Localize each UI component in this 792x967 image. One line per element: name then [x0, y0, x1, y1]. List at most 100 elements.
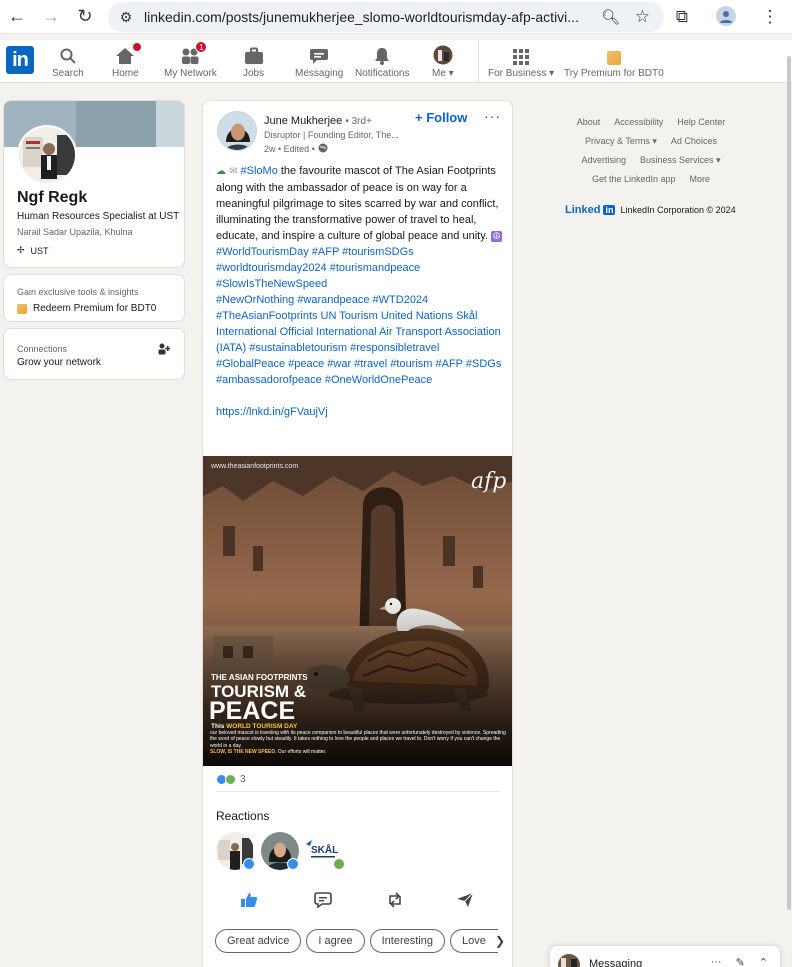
- footer-link[interactable]: More: [690, 173, 711, 185]
- like-reaction-icon: [287, 858, 299, 870]
- footer-logo-word: Linked: [565, 204, 601, 216]
- nav-label: Home: [112, 68, 139, 79]
- repost-button[interactable]: [383, 889, 407, 911]
- author-name-text[interactable]: June Mukherjee: [264, 115, 342, 127]
- compose-icon[interactable]: ✎: [736, 956, 745, 967]
- hashtags-line[interactable]: #NewOrNothing #warandpeace #WTD2024: [216, 292, 502, 308]
- suggestion-chip[interactable]: Interesting: [369, 929, 445, 953]
- send-button[interactable]: [453, 889, 477, 911]
- nav-label: For Business ▾: [488, 68, 555, 79]
- dove-emoji-icon: ✉: [229, 166, 238, 177]
- redeem-premium-label: Redeem Premium for BDT0: [33, 303, 157, 314]
- comment-icon: [314, 892, 332, 908]
- profile-avatar[interactable]: [17, 125, 77, 185]
- comment-button[interactable]: [311, 889, 335, 911]
- hashtags-line[interactable]: #SlowIsTheNewSpeed: [216, 276, 502, 292]
- like-button[interactable]: [237, 889, 261, 911]
- back-icon[interactable]: ←: [0, 0, 34, 34]
- profile-card[interactable]: Ngf Regk Human Resources Specialist at U…: [3, 100, 185, 268]
- suggestion-chip[interactable]: Love: [450, 929, 498, 953]
- bookmark-star-icon[interactable]: ☆: [635, 7, 650, 27]
- post-image[interactable]: www.theasianfootprints.com afp THE ASIAN…: [203, 456, 512, 766]
- messaging-label[interactable]: Messaging: [589, 958, 642, 967]
- grid-icon: [513, 45, 530, 65]
- zoom-icon[interactable]: 🔍︎: [601, 8, 620, 26]
- hashtag-slomo[interactable]: #SloMo: [241, 165, 278, 177]
- linkedin-logo[interactable]: in: [6, 46, 34, 74]
- image-headline-2: PEACE: [209, 697, 295, 725]
- browser-menu-icon[interactable]: ⋮: [748, 7, 792, 27]
- hashtags-line[interactable]: #worldtourismday2024 #tourismandpeace: [216, 260, 502, 276]
- connections-card[interactable]: Connections Grow your network: [3, 328, 185, 380]
- nav-label: Messaging: [295, 68, 344, 79]
- profile-org[interactable]: ✢ UST: [17, 245, 49, 256]
- profile-location: Narail Sadar Upazila, Khulna: [17, 227, 133, 237]
- nav-divider: [478, 40, 479, 83]
- profile-name[interactable]: Ngf Regk: [17, 189, 87, 207]
- hashtags-line[interactable]: #TheAsianFootprints UN Tourism United Na…: [216, 308, 502, 388]
- scrollbar[interactable]: [787, 56, 791, 910]
- linkedin-navbar: in Search Home 1 My Network Jobs Messagi…: [0, 40, 792, 83]
- author-name[interactable]: June Mukherjee • 3rd+: [264, 115, 372, 127]
- chevron-right-icon[interactable]: ❯: [495, 934, 505, 948]
- image-caption-tail: Our efforts will matter.: [276, 748, 327, 755]
- image-caption-title: This WORLD TOURISM DAY: [211, 723, 298, 730]
- nav-label: Search: [52, 68, 84, 79]
- forward-icon[interactable]: →: [34, 0, 68, 34]
- support-reaction-icon: [225, 774, 236, 785]
- nav-search[interactable]: Search: [52, 45, 84, 81]
- footer-link[interactable]: Get the LinkedIn app: [592, 173, 676, 185]
- reaction-count[interactable]: 3: [240, 774, 246, 785]
- profile-icon[interactable]: [704, 6, 748, 28]
- address-bar[interactable]: ⚙ linkedin.com/posts/junemukherjee_slomo…: [108, 2, 664, 32]
- network-badge: 1: [195, 41, 208, 53]
- follow-button[interactable]: + Follow: [415, 110, 467, 125]
- author-headline: Disruptor | Founding Editor, The...: [264, 130, 399, 140]
- hashtags-line[interactable]: #WorldTourismDay #AFP #tourismSDGs: [216, 244, 502, 260]
- image-caption-slogan: SLOW, IS THE NEW SPEED.: [210, 748, 277, 755]
- suggestion-chip[interactable]: I agree: [306, 929, 365, 953]
- footer-link[interactable]: About: [577, 116, 601, 128]
- footer-link[interactable]: Privacy & Terms ▾: [585, 135, 657, 147]
- search-icon: [59, 45, 77, 65]
- nav-home[interactable]: Home: [112, 42, 143, 81]
- nav-label: Try Premium for BDT0: [564, 68, 664, 79]
- connection-degree: • 3rd+: [345, 116, 372, 127]
- comment-suggestions: Great advice I agree Interesting Love: [215, 929, 498, 953]
- author-avatar[interactable]: [217, 111, 257, 151]
- footer-links: About Accessibility Help Center Privacy …: [540, 116, 762, 192]
- footer-link[interactable]: Business Services ▾: [640, 154, 721, 166]
- footer-link[interactable]: Help Center: [677, 116, 725, 128]
- footer-link[interactable]: Accessibility: [614, 116, 663, 128]
- nav-try-premium[interactable]: Try Premium for BDT0: [564, 45, 664, 81]
- url-text[interactable]: linkedin.com/posts/junemukherjee_slomo-w…: [144, 9, 594, 25]
- nav-for-business[interactable]: For Business ▾: [488, 45, 554, 81]
- nav-messaging[interactable]: Messaging: [295, 45, 343, 81]
- bell-icon: [373, 45, 391, 65]
- nav-label: My Network: [164, 68, 217, 79]
- post-text: ☁ ✉ #SloMo the favourite mascot of The A…: [216, 163, 502, 420]
- suggestion-chip[interactable]: Great advice: [215, 929, 302, 953]
- post-time: 2w • Edited •: [264, 144, 315, 154]
- chevron-up-icon[interactable]: ⌃: [759, 956, 768, 967]
- nav-jobs[interactable]: Jobs: [243, 45, 264, 81]
- reload-icon[interactable]: ↻: [68, 0, 102, 34]
- nav-notifications[interactable]: Notifications: [355, 45, 409, 81]
- footer-link[interactable]: Advertising: [581, 154, 626, 166]
- nav-me[interactable]: Me ▾: [432, 45, 454, 81]
- nav-label: Notifications: [355, 68, 410, 79]
- redeem-premium-link[interactable]: Redeem Premium for BDT0: [17, 303, 156, 314]
- avatar: [558, 954, 580, 967]
- premium-card[interactable]: Gain exclusive tools & insights Redeem P…: [3, 274, 185, 322]
- site-info-icon[interactable]: ⚙: [108, 9, 144, 26]
- nav-my-network[interactable]: 1 My Network: [164, 41, 217, 81]
- extensions-icon[interactable]: ⧉: [660, 7, 704, 27]
- messaging-overlay[interactable]: Messaging ··· ✎ ⌃: [549, 945, 781, 967]
- footer-link[interactable]: Ad Choices: [671, 135, 717, 147]
- more-icon[interactable]: ···: [711, 956, 722, 967]
- support-reaction-icon: [333, 858, 345, 870]
- image-caption-body: our beloved mascot is traveling with its…: [210, 730, 506, 749]
- reactions-summary[interactable]: 3: [216, 774, 246, 785]
- post-link[interactable]: https://lnkd.in/gFVaujVj: [216, 404, 502, 420]
- post-more-icon[interactable]: ···: [484, 108, 501, 124]
